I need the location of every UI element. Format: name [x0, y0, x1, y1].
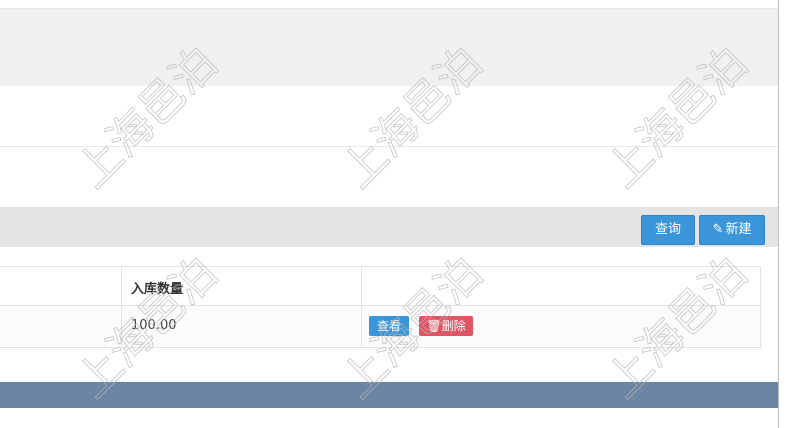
footer-bar — [0, 382, 778, 408]
view-button[interactable]: 查看 — [369, 316, 409, 336]
column-divider — [121, 267, 122, 346]
cell-quantity: 100.00 — [131, 318, 177, 333]
trash-icon: 🗑 — [426, 319, 442, 333]
column-header-quantity: 入库数量 — [131, 282, 184, 297]
delete-button[interactable]: 🗑删除 — [419, 316, 473, 336]
window-margin — [779, 0, 800, 428]
data-table: 入库数量 100.00 查看 🗑删除 — [0, 266, 761, 348]
form-row — [0, 86, 778, 147]
form-row — [0, 147, 778, 207]
page-frame: 查询 ✎ 新建 入库数量 100.00 查看 🗑删除 — [0, 0, 779, 428]
column-divider — [361, 267, 362, 346]
delete-button-label: 删除 — [441, 319, 466, 333]
pencil-icon: ✎ — [712, 222, 724, 237]
new-button[interactable]: ✎ 新建 — [699, 215, 765, 245]
footer-spacer — [0, 408, 778, 428]
header-band — [0, 9, 778, 86]
query-button[interactable]: 查询 — [641, 215, 695, 245]
new-button-label: 新建 — [725, 222, 752, 237]
table-header-row: 入库数量 — [0, 267, 760, 306]
